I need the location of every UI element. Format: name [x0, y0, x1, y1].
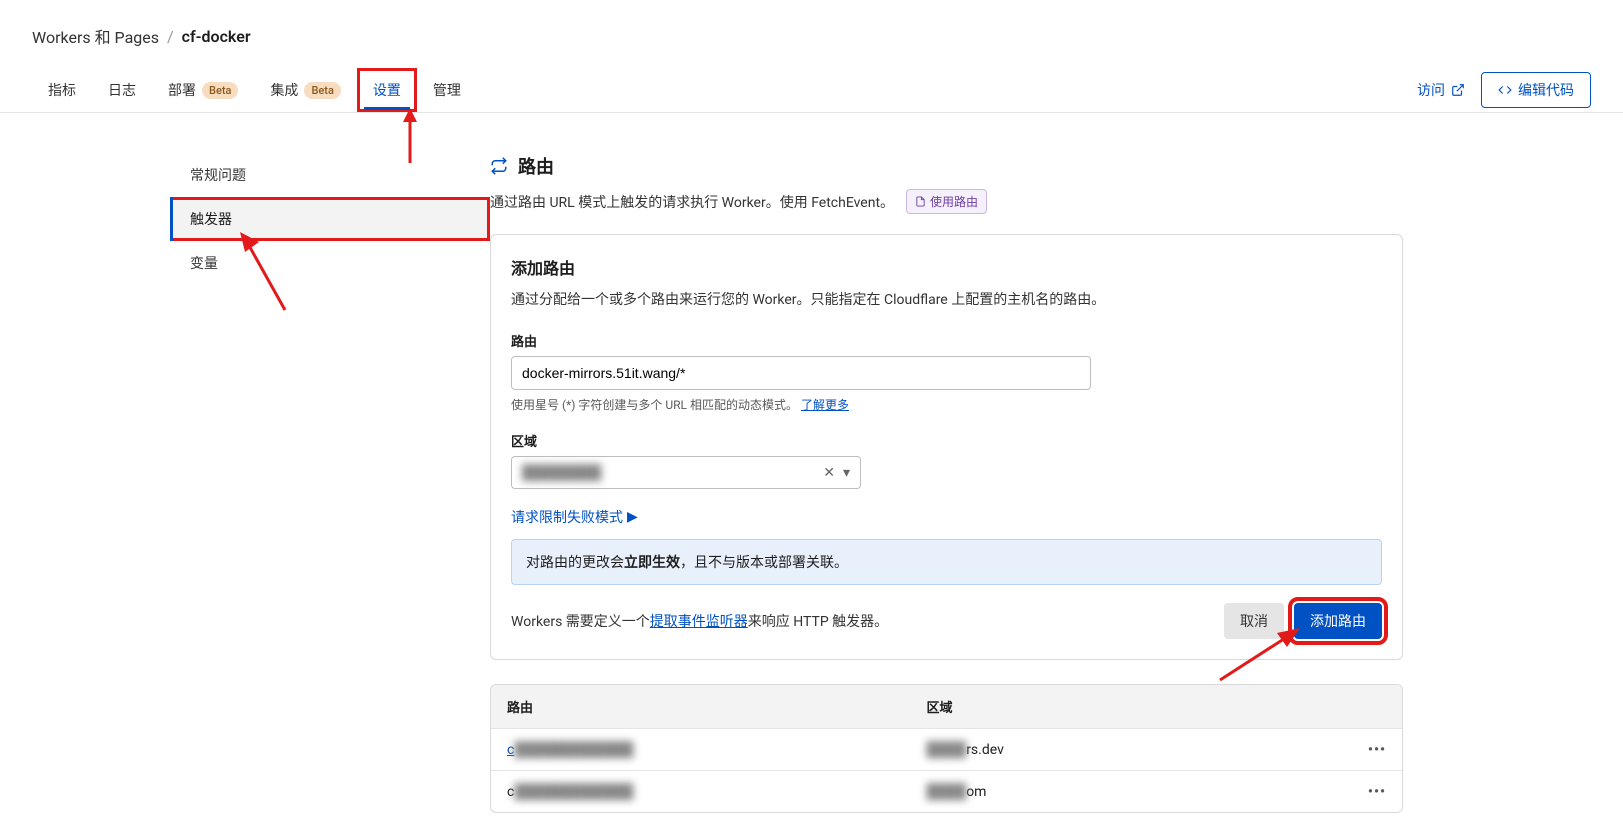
page-header: Workers 和 Pages / cf-docker 指标 日志 部署 Bet… [0, 0, 1623, 113]
breadcrumb-sep: / [167, 27, 174, 46]
fail-mode-expand[interactable]: 请求限制失败模式 ▶ [511, 507, 638, 527]
panel-title: 添加路由 [511, 255, 1382, 279]
beta-badge: Beta [202, 82, 238, 99]
chevron-down-icon[interactable]: ▾ [843, 465, 850, 481]
edit-code-label: 编辑代码 [1518, 80, 1574, 100]
chevron-right-icon: ▶ [627, 509, 638, 525]
route-field: 路由 使用星号 (*) 字符创建与多个 URL 相匹配的动态模式。 了解更多 [511, 331, 1382, 413]
zone-field: 区域 ████████ ✕ ▾ [511, 431, 1382, 489]
col-route-header: 路由 [507, 697, 927, 716]
table-row: c████████████ ████rs.dev ••• [491, 728, 1402, 770]
sidebar-item-label: 触发器 [190, 212, 232, 228]
clear-icon[interactable]: ✕ [823, 465, 835, 481]
settings-sidebar: 常规问题 触发器 变量 [0, 153, 490, 813]
add-route-panel: 添加路由 通过分配给一个或多个路由来运行您的 Worker。只能指定在 Clou… [490, 234, 1403, 660]
section-title: 路由 [518, 153, 554, 179]
routes-table: 路由 区域 c████████████ ████rs.dev ••• c████… [490, 684, 1403, 813]
tab-manage[interactable]: 管理 [417, 68, 477, 112]
footer-note: Workers 需要定义一个提取事件监听器来响应 HTTP 触发器。 [511, 611, 888, 631]
breadcrumb-parent[interactable]: Workers 和 Pages [32, 24, 159, 48]
route-hint: 使用星号 (*) 字符创建与多个 URL 相匹配的动态模式。 了解更多 [511, 396, 1382, 413]
tab-logs[interactable]: 日志 [92, 68, 152, 112]
section-desc-text: 通过路由 URL 模式上触发的请求执行 Worker。使用 FetchEvent… [490, 192, 894, 212]
zone-label: 区域 [511, 431, 1382, 450]
cancel-button[interactable]: 取消 [1224, 603, 1284, 639]
fail-mode-label: 请求限制失败模式 [511, 507, 623, 527]
edit-code-button[interactable]: 编辑代码 [1481, 72, 1591, 108]
sidebar-item-label: 变量 [190, 256, 218, 272]
code-icon [1498, 83, 1512, 97]
section-title-row: 路由 [490, 153, 1403, 179]
footer-note-suffix: 来响应 HTTP 触发器。 [748, 614, 888, 630]
route-hint-text: 使用星号 (*) 字符创建与多个 URL 相匹配的动态模式。 [511, 398, 798, 412]
route-input[interactable] [511, 356, 1091, 390]
doc-icon [915, 196, 926, 207]
sidebar-item-label: 常规问题 [190, 168, 246, 184]
row-actions[interactable]: ••• [1346, 784, 1386, 800]
tab-integrations-label: 集成 [270, 80, 298, 100]
route-link[interactable]: c [507, 742, 514, 758]
zone-cell: ████om [927, 783, 1347, 800]
route-cell: c████████████ [507, 741, 927, 758]
tab-deployments-label: 部署 [168, 80, 196, 100]
info-bold: 立即生效 [624, 555, 680, 571]
routes-icon [490, 157, 508, 175]
visit-link-label: 访问 [1417, 80, 1445, 100]
zone-value: ████████ [522, 464, 601, 481]
sidebar-item-triggers[interactable]: 触发器 [170, 197, 490, 241]
doc-badge[interactable]: 使用路由 [906, 189, 987, 214]
select-icons: ✕ ▾ [823, 465, 850, 481]
footer-note-prefix: Workers 需要定义一个 [511, 614, 650, 630]
visit-link[interactable]: 访问 [1417, 80, 1465, 100]
zone-select[interactable]: ████████ ✕ ▾ [511, 456, 861, 489]
content: 路由 通过路由 URL 模式上触发的请求执行 Worker。使用 FetchEv… [490, 153, 1623, 813]
main: 常规问题 触发器 变量 路由 通过路由 URL 模式上触发的请求执行 Worke… [0, 113, 1623, 813]
tab-manage-label: 管理 [433, 80, 461, 100]
tab-metrics[interactable]: 指标 [32, 68, 92, 112]
tab-settings[interactable]: 设置 [357, 68, 417, 112]
section-desc: 通过路由 URL 模式上触发的请求执行 Worker。使用 FetchEvent… [490, 189, 1403, 214]
table-row: c████████████ ████om ••• [491, 770, 1402, 812]
learn-more-link[interactable]: 了解更多 [801, 398, 849, 412]
col-zone-header: 区域 [927, 697, 1347, 716]
header-actions: 访问 编辑代码 [1417, 72, 1591, 108]
sidebar-item-variables[interactable]: 变量 [170, 241, 490, 285]
info-prefix: 对路由的更改会 [526, 555, 624, 571]
panel-footer: Workers 需要定义一个提取事件监听器来响应 HTTP 触发器。 取消 添加… [511, 603, 1382, 639]
beta-badge: Beta [304, 82, 340, 99]
breadcrumb: Workers 和 Pages / cf-docker [32, 24, 1591, 48]
table-header: 路由 区域 [491, 685, 1402, 728]
doc-badge-label: 使用路由 [930, 193, 978, 210]
tab-metrics-label: 指标 [48, 80, 76, 100]
info-banner: 对路由的更改会立即生效，且不与版本或部署关联。 [511, 539, 1382, 585]
add-route-button[interactable]: 添加路由 [1294, 603, 1382, 639]
fetch-listener-link[interactable]: 提取事件监听器 [650, 614, 748, 630]
zone-cell: ████rs.dev [927, 741, 1347, 758]
tab-logs-label: 日志 [108, 80, 136, 100]
row-actions[interactable]: ••• [1346, 742, 1386, 758]
footer-actions: 取消 添加路由 [1224, 603, 1382, 639]
external-link-icon [1451, 83, 1465, 97]
breadcrumb-current: cf-docker [182, 27, 251, 46]
tab-settings-label: 设置 [373, 80, 401, 100]
tab-integrations[interactable]: 集成 Beta [254, 68, 356, 112]
info-suffix: ，且不与版本或部署关联。 [680, 555, 848, 571]
route-label: 路由 [511, 331, 1382, 350]
tabs: 指标 日志 部署 Beta 集成 Beta 设置 管理 [32, 68, 477, 112]
sidebar-item-general[interactable]: 常规问题 [170, 153, 490, 197]
panel-desc: 通过分配给一个或多个路由来运行您的 Worker。只能指定在 Cloudflar… [511, 289, 1382, 311]
tab-deployments[interactable]: 部署 Beta [152, 68, 254, 112]
route-cell: c████████████ [507, 783, 927, 800]
